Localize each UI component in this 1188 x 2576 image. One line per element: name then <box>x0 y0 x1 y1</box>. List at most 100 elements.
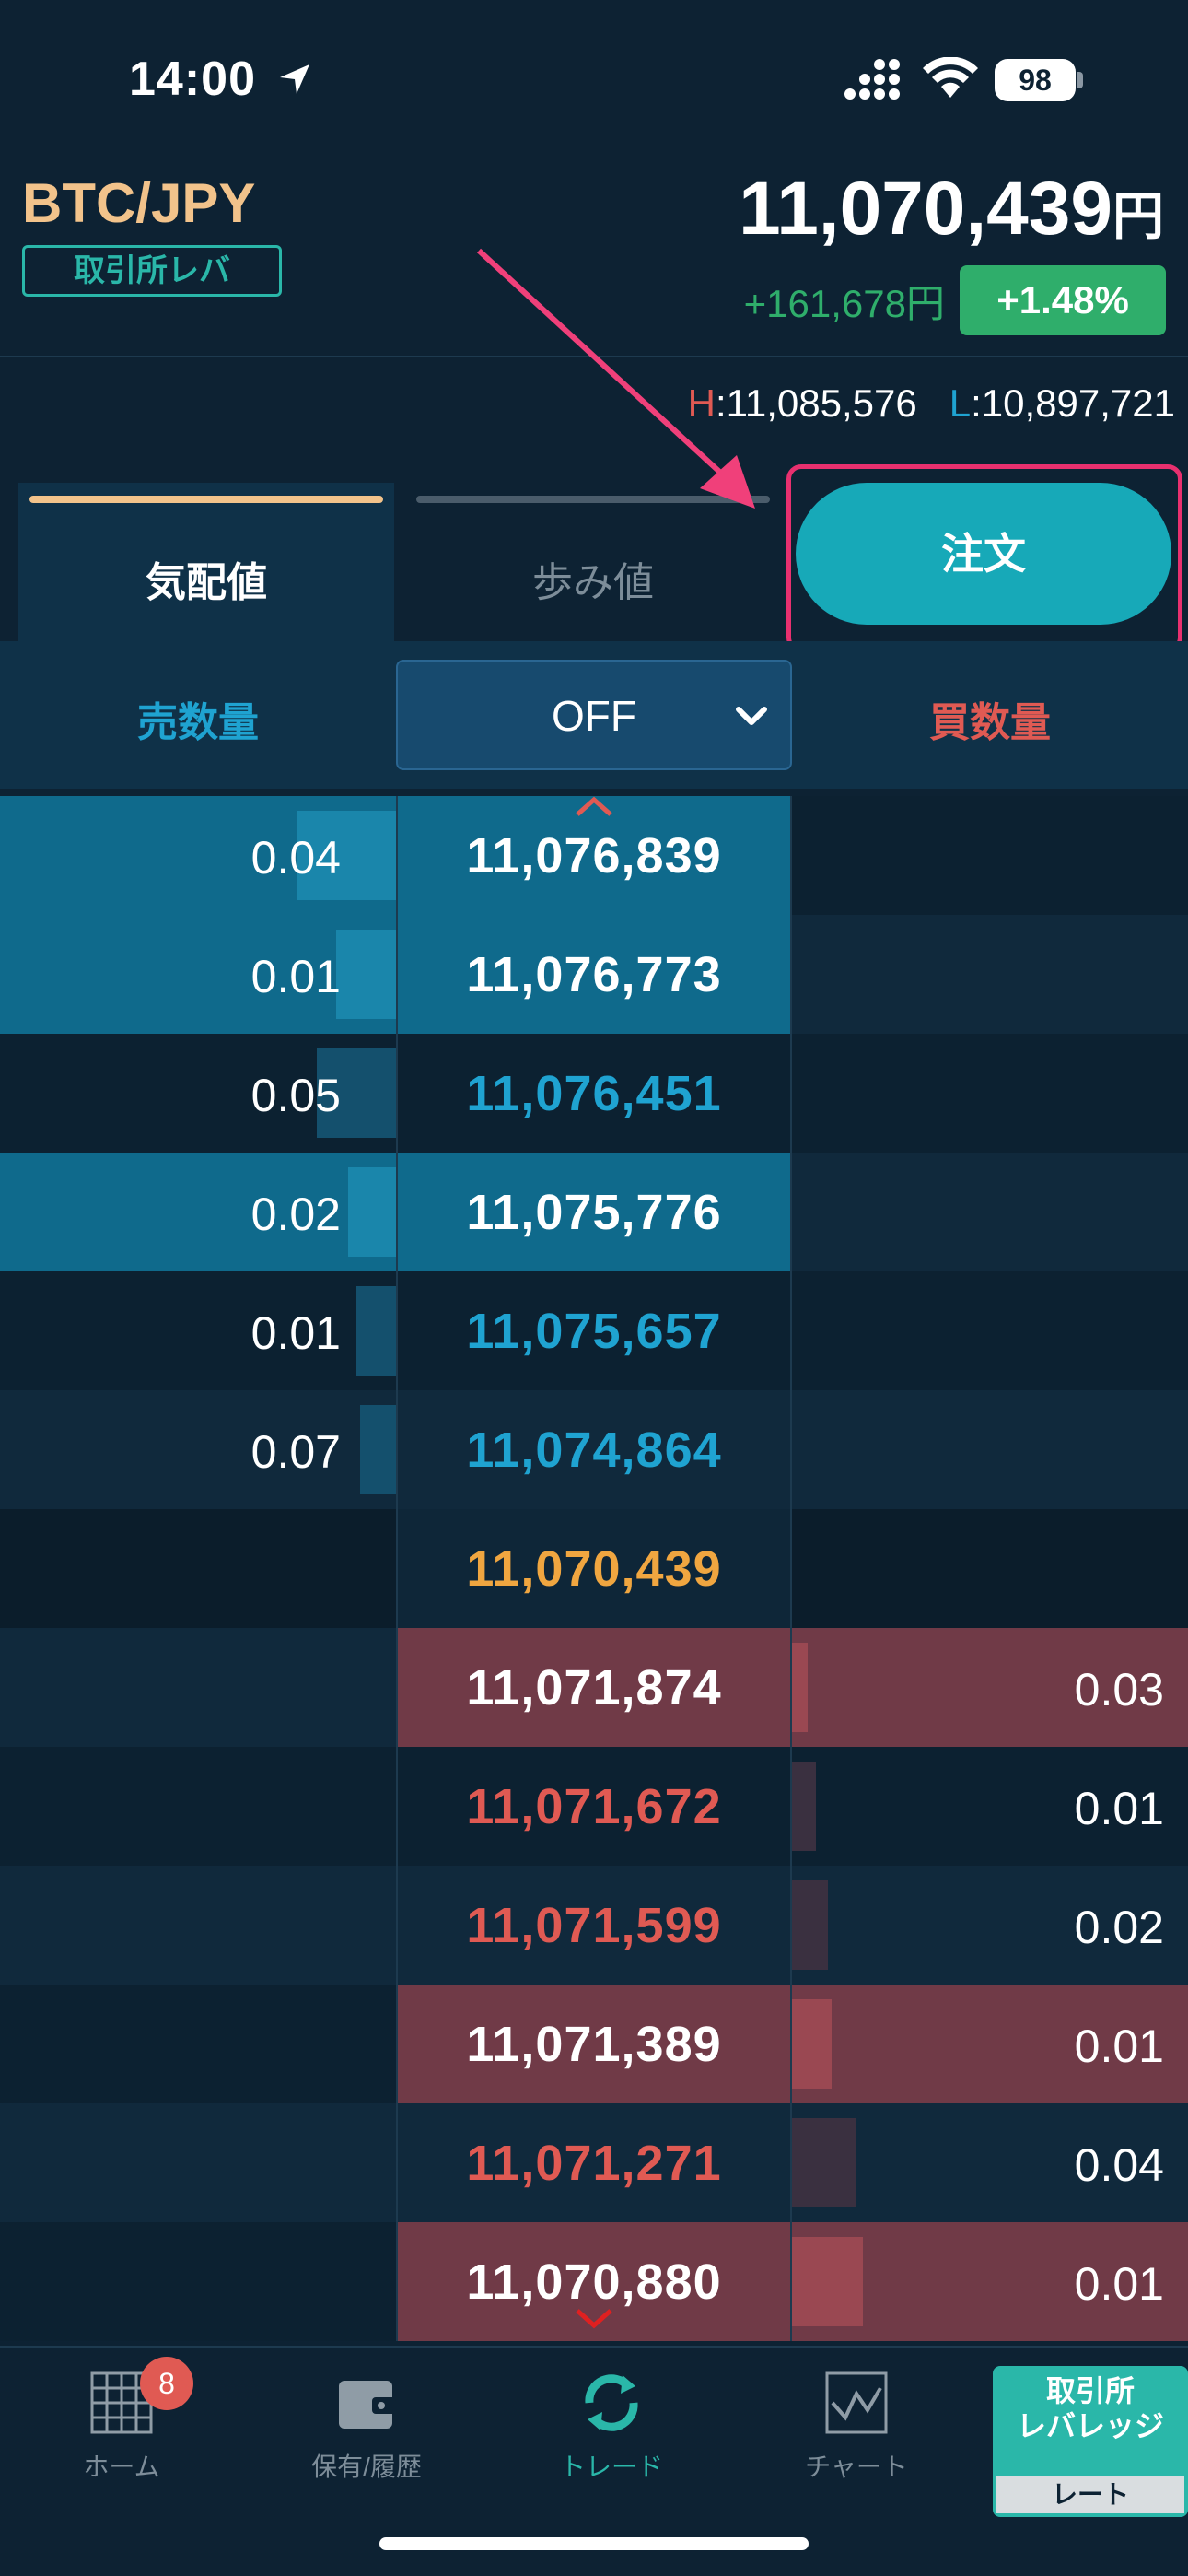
order-book-row[interactable]: 0.07 11,074,864 <box>0 1390 1188 1509</box>
order-price: 11,076,451 <box>466 1066 722 1121</box>
sell-quantity: 0.05 <box>250 1070 341 1121</box>
order-book-row[interactable]: 11,071,271 0.04 <box>0 2103 1188 2222</box>
nav-trade[interactable]: トレード <box>519 2366 704 2484</box>
price-cell[interactable]: 11,071,271 <box>396 2103 792 2222</box>
price-cell[interactable]: 11,075,776 <box>396 1153 792 1271</box>
buy-depth-bar <box>792 1880 828 1970</box>
sell-depth-bar <box>360 1405 396 1494</box>
sell-quantity: 0.07 <box>250 1426 341 1478</box>
wallet-icon <box>339 2381 396 2429</box>
sell-quantity: 0.04 <box>250 832 341 884</box>
order-book-row[interactable]: 0.01 11,075,657 <box>0 1271 1188 1390</box>
market-type-badge: 取引所レバ <box>22 245 282 297</box>
leverage-rate-button[interactable]: 取引所 レバレッジ レート <box>993 2366 1188 2517</box>
tab-trades[interactable]: 歩み値 <box>405 483 781 641</box>
order-price: 11,071,599 <box>466 1898 722 1953</box>
price-cell[interactable]: 11,071,599 <box>396 1866 792 1985</box>
battery-level: 98 <box>995 59 1076 101</box>
price-cell[interactable]: 11,070,439 <box>396 1509 792 1628</box>
price-value: 11,070,439 <box>739 167 1112 251</box>
tab-trades-label: 歩み値 <box>532 560 654 605</box>
buy-quantity-cell <box>792 915 1188 1034</box>
order-price: 11,076,839 <box>466 828 722 884</box>
price-cell[interactable]: 11,071,874 <box>396 1628 792 1747</box>
buy-depth-bar <box>792 2237 863 2326</box>
order-book-row[interactable]: 0.05 11,076,451 <box>0 1034 1188 1153</box>
sell-quantity-cell <box>0 2222 396 2341</box>
scroll-down-caret-icon[interactable] <box>574 2307 614 2329</box>
tab-quotes[interactable]: 気配値 <box>18 483 394 641</box>
sell-quantity-cell <box>0 1985 396 2103</box>
sell-quantity: 0.02 <box>250 1188 341 1240</box>
price-change-absolute: +161,678円 <box>743 282 945 325</box>
buy-quantity-cell <box>792 1153 1188 1271</box>
price-grouping-select[interactable]: OFF <box>396 660 792 770</box>
notification-badge: 8 <box>140 2357 193 2410</box>
sell-quantity-cell <box>0 2103 396 2222</box>
price-unit: 円 <box>1112 187 1164 245</box>
order-price: 11,076,773 <box>466 947 722 1002</box>
currency-pair[interactable]: BTC/JPY <box>22 171 255 235</box>
wifi-icon <box>923 57 978 98</box>
refresh-arrows-icon <box>585 2374 638 2431</box>
sell-quantity: 0.01 <box>250 1307 341 1359</box>
nav-chart[interactable]: チャート <box>764 2366 949 2484</box>
price-cell[interactable]: 11,071,672 <box>396 1747 792 1866</box>
order-price: 11,075,657 <box>466 1304 722 1359</box>
order-button[interactable]: 注文 <box>796 483 1171 625</box>
price-cell[interactable]: 11,074,864 <box>396 1390 792 1509</box>
sell-quantity-cell: 0.04 <box>0 796 396 915</box>
high-value: :11,085,576 <box>715 381 917 425</box>
sell-depth-bar <box>356 1286 396 1376</box>
buy-quantity-cell <box>792 1034 1188 1153</box>
scroll-up-caret-icon[interactable] <box>574 796 614 818</box>
buy-depth-bar <box>792 2118 856 2207</box>
buy-depth-bar <box>792 1999 832 2089</box>
price-cell[interactable]: 11,071,389 <box>396 1985 792 2103</box>
sell-quantity-cell <box>0 1747 396 1866</box>
buy-quantity-cell <box>792 1271 1188 1390</box>
buy-quantity-cell: 0.01 <box>792 1747 1188 1866</box>
sell-quantity-cell <box>0 1628 396 1747</box>
rate-button-sub: レート <box>996 2476 1184 2513</box>
nav-holdings-label: 保有/履歴 <box>311 2453 422 2481</box>
order-book-row[interactable]: 11,071,874 0.03 <box>0 1628 1188 1747</box>
buy-quantity-header: 買数量 <box>929 700 1051 745</box>
buy-quantity: 0.01 <box>1074 1783 1164 1834</box>
home-indicator[interactable] <box>379 2537 809 2550</box>
tab-quotes-label: 気配値 <box>146 560 267 605</box>
buy-quantity: 0.01 <box>1074 2020 1164 2072</box>
current-price: 11,070,439円 <box>739 166 1164 252</box>
nav-chart-label: チャート <box>805 2453 908 2481</box>
order-book-header: 売数量 OFF 買数量 <box>0 641 1188 789</box>
rate-button-line2: レバレッジ <box>1016 2409 1164 2442</box>
price-cell[interactable]: 11,076,773 <box>396 915 792 1034</box>
price-grouping-value: OFF <box>552 692 636 740</box>
tab-active-indicator <box>29 496 383 503</box>
order-book-row[interactable]: 11,070,439 <box>0 1509 1188 1628</box>
battery-icon: 98 <box>995 59 1083 101</box>
tab-row: 気配値 歩み値 注文 <box>0 459 1188 652</box>
price-cell[interactable]: 11,076,451 <box>396 1034 792 1153</box>
buy-quantity-cell: 0.02 <box>792 1866 1188 1985</box>
nav-holdings[interactable]: 保有/履歴 <box>274 2366 459 2484</box>
order-price: 11,071,874 <box>466 1660 722 1715</box>
nav-home[interactable]: 8 ホーム <box>29 2357 214 2484</box>
price-cell[interactable]: 11,075,657 <box>396 1271 792 1390</box>
order-book-row[interactable]: 0.01 11,076,773 <box>0 915 1188 1034</box>
last-trade-price: 11,070,439 <box>466 1541 722 1597</box>
buy-quantity-cell: 0.01 <box>792 1985 1188 2103</box>
order-book-row[interactable]: 11,071,599 0.02 <box>0 1866 1188 1985</box>
sell-quantity-cell: 0.02 <box>0 1153 396 1271</box>
low-value: :10,897,721 <box>971 381 1175 425</box>
order-book-row[interactable]: 11,071,389 0.01 <box>0 1985 1188 2103</box>
ticker-header: BTC/JPY 取引所レバ 11,070,439円 +161,678円 +1.4… <box>0 157 1188 357</box>
buy-quantity-cell: 0.04 <box>792 2103 1188 2222</box>
tab-indicator <box>416 496 770 503</box>
high-label: H <box>687 381 716 425</box>
order-book-row[interactable]: 0.02 11,075,776 <box>0 1153 1188 1271</box>
buy-quantity-cell <box>792 1390 1188 1509</box>
sell-depth-bar <box>336 930 396 1019</box>
sell-quantity-header: 売数量 <box>137 700 259 745</box>
order-book-row[interactable]: 11,071,672 0.01 <box>0 1747 1188 1866</box>
